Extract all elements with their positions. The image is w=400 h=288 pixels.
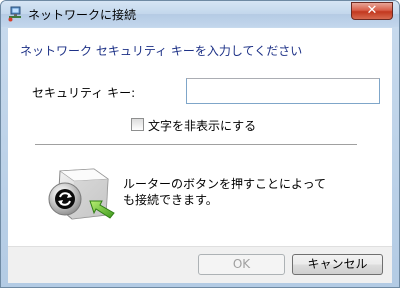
router-instruction-line1: ルーターのボタンを押すことによって bbox=[123, 177, 327, 191]
security-key-label: セキュリティ キー: bbox=[32, 86, 136, 100]
close-icon: ✕ bbox=[366, 3, 378, 18]
hide-characters-checkbox[interactable] bbox=[131, 118, 144, 131]
network-connect-dialog: ネットワークに接続 ✕ ネットワーク セキュリティ キーを入力してください セキ… bbox=[0, 0, 400, 288]
router-push-button-icon bbox=[48, 168, 115, 220]
close-button[interactable]: ✕ bbox=[351, 2, 393, 20]
dialog-content: ネットワーク セキュリティ キーを入力してください セキュリティ キー: 文字を… bbox=[8, 28, 392, 246]
network-icon bbox=[8, 6, 21, 22]
cancel-button[interactable]: キャンセル bbox=[292, 254, 383, 275]
title-bar[interactable]: ネットワークに接続 ✕ bbox=[1, 1, 399, 27]
security-key-input[interactable] bbox=[186, 78, 380, 104]
ok-button[interactable]: OK bbox=[198, 254, 285, 275]
hide-characters-label: 文字を非表示にする bbox=[148, 119, 257, 133]
router-instruction: ルーターのボタンを押すことによって も接続できます。 bbox=[123, 176, 363, 208]
page-title: ネットワーク セキュリティ キーを入力してください bbox=[20, 44, 303, 58]
button-bar: OK キャンセル bbox=[8, 246, 392, 283]
divider bbox=[35, 144, 357, 146]
window-title: ネットワークに接続 bbox=[28, 8, 137, 22]
router-instruction-line2: も接続できます。 bbox=[123, 193, 218, 207]
